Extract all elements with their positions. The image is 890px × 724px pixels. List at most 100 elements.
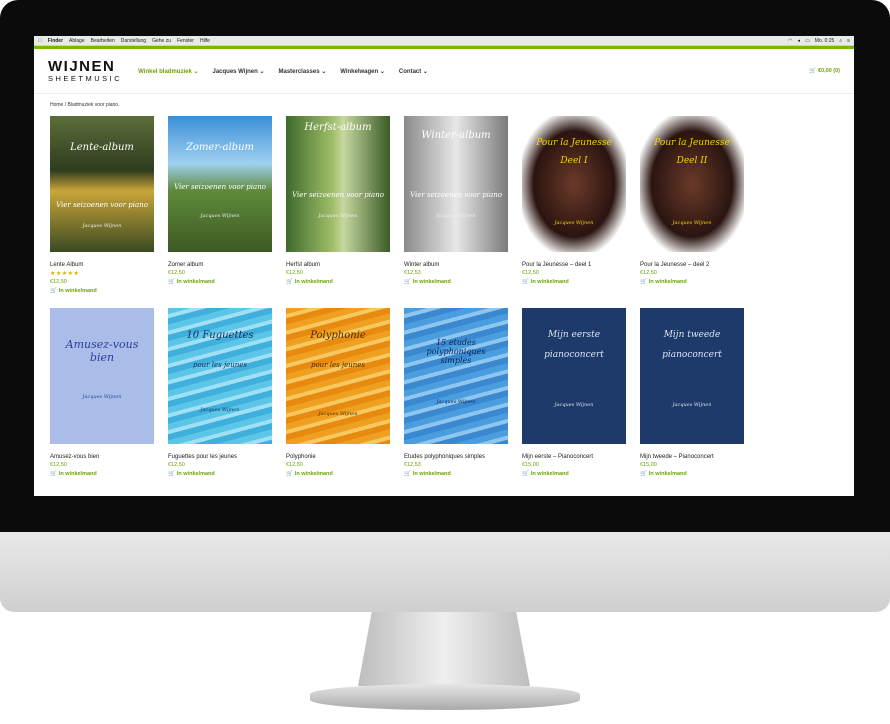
header-cart[interactable]: 🛒 €0,00 (0) xyxy=(809,68,840,74)
cover-author: Jacques Wijnen xyxy=(672,220,712,226)
main-nav: Winkel bladmuziek ⌄ Jacques Wijnen ⌄ Mas… xyxy=(138,68,428,75)
product-card[interactable]: Mijn eerste pianoconcert Jacques Wijnen … xyxy=(522,308,626,477)
nav-item-winkel[interactable]: Winkel bladmuziek ⌄ xyxy=(138,68,198,75)
product-cover[interactable]: Mijn eerste pianoconcert Jacques Wijnen xyxy=(522,308,626,444)
product-price: €15,00 xyxy=(522,462,539,468)
product-name[interactable]: Pour la Jeunesse – deel 1 xyxy=(522,262,626,268)
breadcrumb[interactable]: Home / Bladmuziek voor piano. xyxy=(34,94,854,116)
cart-icon: 🛒 xyxy=(404,471,411,477)
cart-icon: 🛒 xyxy=(640,279,647,285)
product-name[interactable]: Mijn eerste – Pianoconcert xyxy=(522,454,626,460)
product-card[interactable]: Herfst-album Vier seizoenen voor piano J… xyxy=(286,116,390,294)
product-name[interactable]: Zomer album xyxy=(168,262,272,268)
product-card[interactable]: Zomer-album Vier seizoenen voor piano Ja… xyxy=(168,116,272,294)
add-to-cart-button[interactable]: 🛒 In winkelmand xyxy=(286,471,390,477)
product-cover[interactable]: Pour la Jeunesse Deel I Jacques Wijnen xyxy=(522,116,626,252)
product-name[interactable]: Amusez-vous bien xyxy=(50,454,154,460)
product-card[interactable]: Mijn tweede pianoconcert Jacques Wijnen … xyxy=(640,308,744,477)
add-to-cart-button[interactable]: 🛒 In winkelmand xyxy=(50,288,154,294)
product-cover[interactable]: Pour la Jeunesse Deel II Jacques Wijnen xyxy=(640,116,744,252)
product-cover[interactable]: Amusez-vous bien Jacques Wijnen xyxy=(50,308,154,444)
product-name[interactable]: Etudes polyphoniques simples xyxy=(404,454,508,460)
product-cover[interactable]: 15 etudes polyphoniques simples Jacques … xyxy=(404,308,508,444)
nav-label: Masterclasses xyxy=(278,68,320,75)
add-to-cart-button[interactable]: 🛒 In winkelmand xyxy=(640,279,744,285)
product-card[interactable]: Polyphonie pour les jeunes Jacques Wijne… xyxy=(286,308,390,477)
menu-bearbeiten[interactable]: Bearbeiten xyxy=(91,38,115,44)
menubar-clock[interactable]: Mo. 0:25 xyxy=(815,38,834,44)
cover-subtitle: pianoconcert xyxy=(544,350,604,360)
apple-icon[interactable]:  xyxy=(38,38,42,44)
nav-item-contact[interactable]: Contact ⌄ xyxy=(399,68,428,75)
product-card[interactable]: Lente-album Vier seizoenen voor piano Ja… xyxy=(50,116,154,294)
screen:  Finder Ablage Bearbeiten Darstellung G… xyxy=(34,36,854,496)
product-card[interactable]: Amusez-vous bien Jacques Wijnen Amusez-v… xyxy=(50,308,154,477)
cover-subtitle: Deel I xyxy=(560,156,588,166)
product-name[interactable]: Lente Album xyxy=(50,262,154,268)
cover-title: Pour la Jeunesse xyxy=(536,138,612,148)
product-cover[interactable]: Lente-album Vier seizoenen voor piano Ja… xyxy=(50,116,154,252)
add-to-cart-label: In winkelmand xyxy=(294,471,333,477)
menu-hilfe[interactable]: Hilfe xyxy=(200,38,210,44)
wifi-icon[interactable]: ◠ xyxy=(788,38,792,44)
nav-item-masterclasses[interactable]: Masterclasses ⌄ xyxy=(279,68,327,75)
product-name[interactable]: Herfst album xyxy=(286,262,390,268)
add-to-cart-button[interactable]: 🛒 In winkelmand xyxy=(50,471,154,477)
add-to-cart-button[interactable]: 🛒 In winkelmand xyxy=(640,471,744,477)
monitor-chin xyxy=(0,532,890,612)
product-name[interactable]: Winter album xyxy=(404,262,508,268)
cart-icon: 🛒 xyxy=(640,471,647,477)
logo-tagline: SHEETMUSIC xyxy=(48,74,123,83)
spotlight-icon[interactable]: ⌕ xyxy=(839,38,842,44)
menu-darstellung[interactable]: Darstellung xyxy=(121,38,146,44)
menu-finder[interactable]: Finder xyxy=(48,38,63,44)
menu-ablage[interactable]: Ablage xyxy=(69,38,85,44)
cart-icon: 🛒 xyxy=(286,471,293,477)
add-to-cart-button[interactable]: 🛒 In winkelmand xyxy=(404,471,508,477)
cart-icon: 🛒 xyxy=(168,279,175,285)
product-name[interactable]: Pour la Jeunesse – deel 2 xyxy=(640,262,744,268)
add-to-cart-button[interactable]: 🛒 In winkelmand xyxy=(522,279,626,285)
product-name[interactable]: Fuguettes pour les jeunes xyxy=(168,454,272,460)
add-to-cart-label: In winkelmand xyxy=(530,279,569,285)
product-cover[interactable]: 10 Fuguettes pour les jeunes Jacques Wij… xyxy=(168,308,272,444)
product-name[interactable]: Polyphonie xyxy=(286,454,390,460)
add-to-cart-label: In winkelmand xyxy=(176,471,215,477)
product-card[interactable]: 10 Fuguettes pour les jeunes Jacques Wij… xyxy=(168,308,272,477)
product-price: €12,50 xyxy=(50,279,67,285)
list-icon[interactable]: ≡ xyxy=(847,38,850,44)
cover-title: Amusez-vous bien xyxy=(65,338,139,364)
logo-wordmark: WIJNEN xyxy=(48,58,116,75)
product-cover[interactable]: Polyphonie pour les jeunes Jacques Wijne… xyxy=(286,308,390,444)
add-to-cart-button[interactable]: 🛒 In winkelmand xyxy=(522,471,626,477)
cart-icon: 🛒 xyxy=(168,471,175,477)
cart-total: €0,00 (0) xyxy=(817,68,840,74)
cover-author: Jacques Wijnen xyxy=(82,394,122,400)
chevron-down-icon: ⌄ xyxy=(422,68,428,75)
product-name[interactable]: Mijn tweede – Pianoconcert xyxy=(640,454,744,460)
product-card[interactable]: Winter-album Vier seizoenen voor piano J… xyxy=(404,116,508,294)
add-to-cart-button[interactable]: 🛒 In winkelmand xyxy=(168,471,272,477)
product-cover[interactable]: Mijn tweede pianoconcert Jacques Wijnen xyxy=(640,308,744,444)
nav-item-jacques-wijnen[interactable]: Jacques Wijnen ⌄ xyxy=(213,68,265,75)
product-card[interactable]: 15 etudes polyphoniques simples Jacques … xyxy=(404,308,508,477)
cover-subtitle: Vier seizoenen voor piano xyxy=(56,201,148,209)
product-price: €12,50 xyxy=(168,462,185,468)
product-card[interactable]: Pour la Jeunesse Deel II Jacques Wijnen … xyxy=(640,116,744,294)
menu-gehe-zu[interactable]: Gehe zu xyxy=(152,38,171,44)
add-to-cart-button[interactable]: 🛒 In winkelmand xyxy=(404,279,508,285)
nav-item-winkelwagen[interactable]: Winkelwagen ⌄ xyxy=(340,68,385,75)
product-card[interactable]: Pour la Jeunesse Deel I Jacques Wijnen P… xyxy=(522,116,626,294)
volume-icon[interactable]: ◂ xyxy=(798,38,801,44)
menu-fenster[interactable]: Fenster xyxy=(177,38,194,44)
site-logo[interactable]: WIJNEN SHEETMUSIC xyxy=(48,59,122,83)
add-to-cart-button[interactable]: 🛒 In winkelmand xyxy=(168,279,272,285)
product-price: €12,50 xyxy=(50,462,67,468)
product-cover[interactable]: Winter-album Vier seizoenen voor piano J… xyxy=(404,116,508,252)
add-to-cart-button[interactable]: 🛒 In winkelmand xyxy=(286,279,390,285)
product-cover[interactable]: Zomer-album Vier seizoenen voor piano Ja… xyxy=(168,116,272,252)
product-grid: Lente-album Vier seizoenen voor piano Ja… xyxy=(34,116,854,477)
battery-icon[interactable]: ▭ xyxy=(805,38,810,44)
product-cover[interactable]: Herfst-album Vier seizoenen voor piano J… xyxy=(286,116,390,252)
rating-stars: ★★★★★ xyxy=(50,271,80,277)
